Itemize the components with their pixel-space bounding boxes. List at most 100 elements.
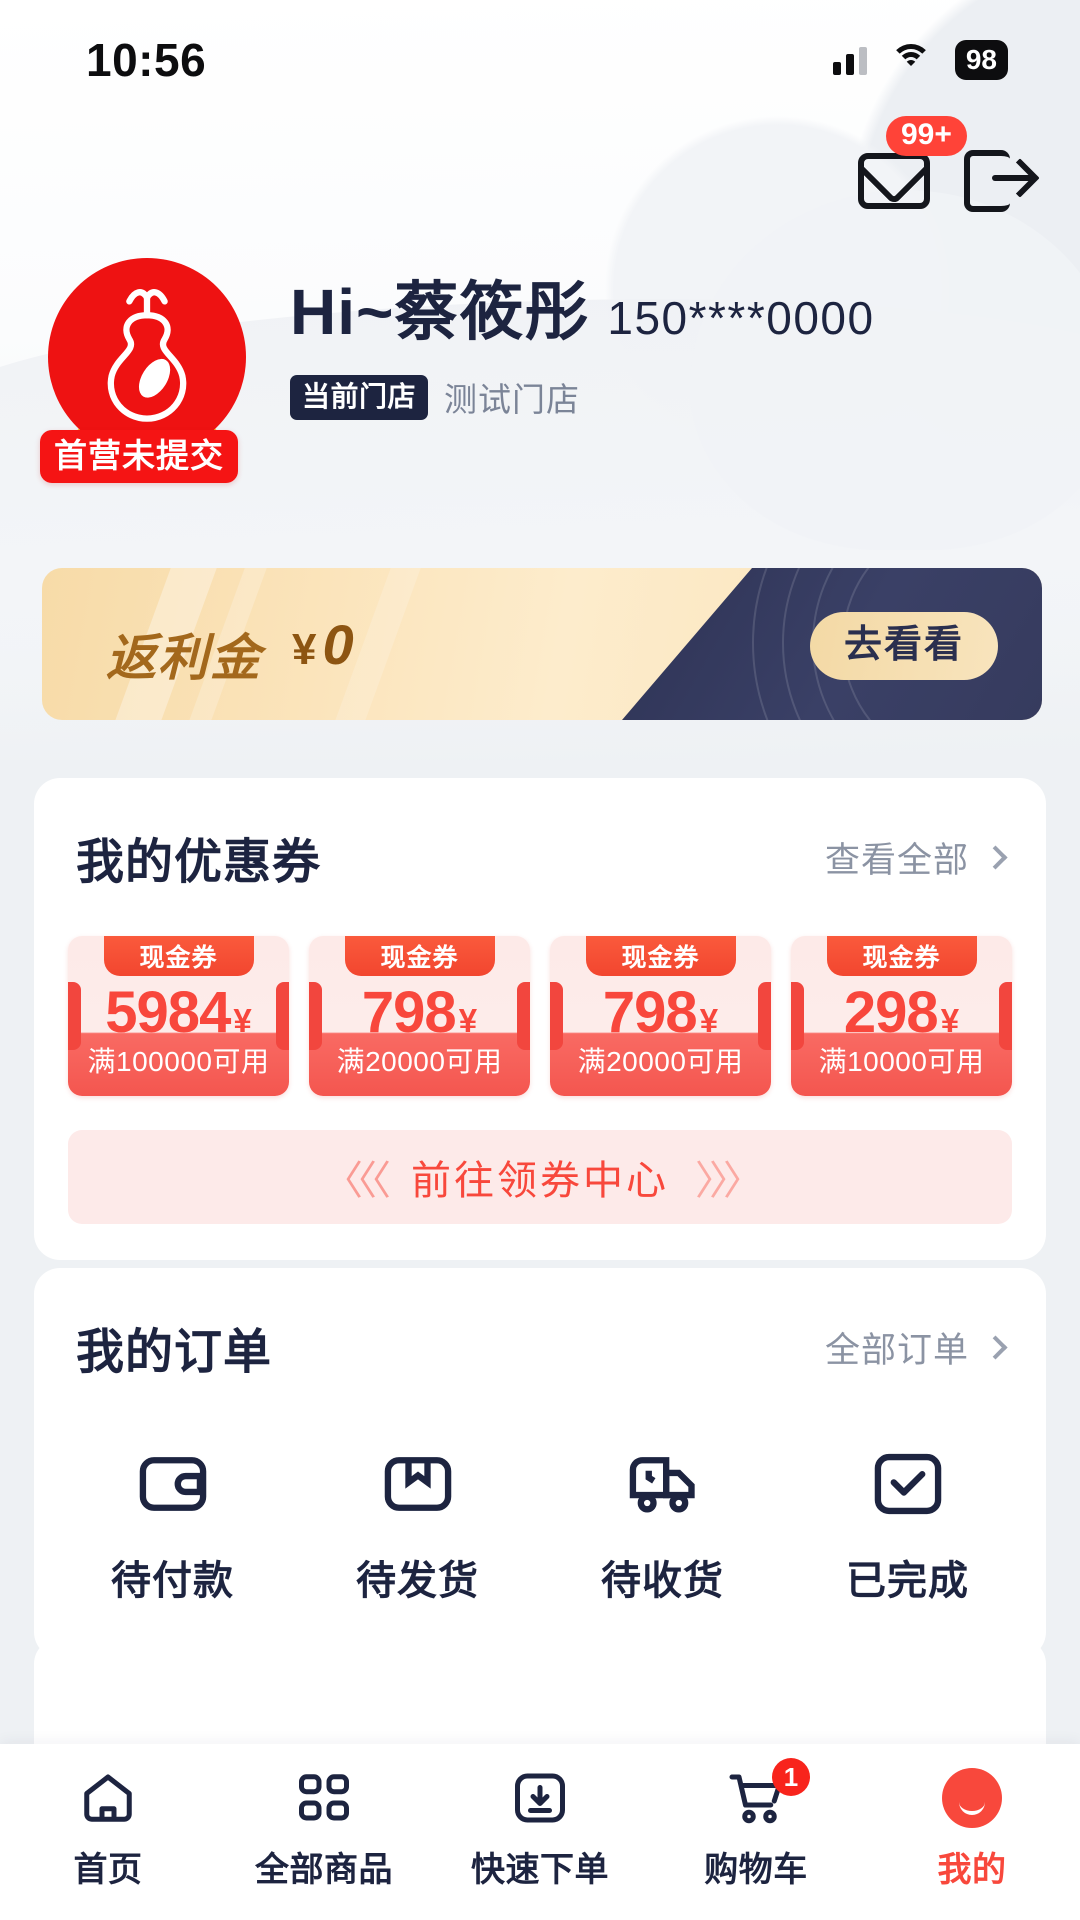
name-line: Hi~蔡筱彤 150****0000 xyxy=(290,280,875,345)
grid-icon xyxy=(299,1774,349,1821)
rebate-label: 返利金 xyxy=(106,630,262,686)
user-phone: 150****0000 xyxy=(607,292,875,344)
coupon-currency: ¥ xyxy=(940,1002,960,1039)
logout-button[interactable] xyxy=(960,150,1036,212)
all-orders-button[interactable]: 全部订单 xyxy=(824,1322,1008,1373)
coupon-amount-value: 798 xyxy=(602,980,698,1045)
coupon-amount: 798¥ xyxy=(550,984,771,1042)
mail-icon xyxy=(858,153,930,209)
arrows-right-icon: 〉〉〉 xyxy=(695,1159,763,1203)
coupon-item[interactable]: 现金券 798¥ 满20000可用 xyxy=(309,936,530,1096)
cart-badge: 1 xyxy=(772,1758,810,1796)
gourd-avatar-icon xyxy=(107,288,187,422)
order-status-label: 待收货 xyxy=(601,1559,724,1603)
first-operation-badge: 首营未提交 xyxy=(40,430,238,483)
coupon-type-tag: 现金券 xyxy=(103,936,254,976)
tab-label: 首页 xyxy=(73,1851,143,1889)
coupon-center-label: 前往领券中心 xyxy=(411,1159,669,1203)
coupon-type-tag: 现金券 xyxy=(585,936,736,976)
coupon-item[interactable]: 现金券 5984¥ 满100000可用 xyxy=(68,936,289,1096)
order-card: 我的订单 全部订单 待付款 待发货 待收货 已完成 xyxy=(34,1268,1046,1658)
tab-label: 快速下单 xyxy=(471,1851,609,1889)
hero-header: 10:56 98 99+ 首营未提交 Hi~蔡筱彤 150****0000 当前… xyxy=(0,0,1080,760)
tab-label: 购物车 xyxy=(704,1851,808,1889)
rebate-banner[interactable]: 返利金 ¥0 去看看 xyxy=(42,568,1042,720)
order-status-unpaid[interactable]: 待付款 xyxy=(50,1446,295,1606)
coupon-view-all-button[interactable]: 查看全部 xyxy=(824,832,1008,883)
tab-all-products[interactable]: 全部商品 xyxy=(216,1768,432,1891)
profile-icon xyxy=(942,1768,1002,1828)
store-name: 测试门店 xyxy=(444,381,581,418)
status-bar: 10:56 98 xyxy=(0,0,1080,120)
order-title: 我的订单 xyxy=(76,1326,273,1379)
avatar-wrapper[interactable]: 首营未提交 xyxy=(40,258,246,483)
order-status-list: 待付款 待发货 待收货 已完成 xyxy=(34,1382,1046,1606)
order-card-header: 我的订单 全部订单 xyxy=(34,1268,1046,1382)
logout-icon xyxy=(964,150,1032,212)
bottom-tab-bar: 首页 全部商品 快速下单 1 购物车 我的 xyxy=(0,1744,1080,1920)
tab-label: 我的 xyxy=(937,1851,1007,1889)
coupon-amount: 798¥ xyxy=(309,984,530,1042)
tab-cart[interactable]: 1 购物车 xyxy=(648,1758,864,1891)
coupon-list: 现金券 5984¥ 满100000可用 现金券 798¥ 满20000可用 现金… xyxy=(34,892,1046,1096)
coupon-condition: 满20000可用 xyxy=(336,1046,503,1077)
quick-order-icon xyxy=(515,1773,565,1823)
avatar[interactable] xyxy=(48,258,246,456)
coupon-condition: 满100000可用 xyxy=(87,1046,270,1077)
store-line[interactable]: 当前门店 测试门店 xyxy=(290,373,875,421)
profile-text: Hi~蔡筱彤 150****0000 当前门店 测试门店 xyxy=(290,258,875,456)
home-icon xyxy=(84,1774,132,1822)
coupon-condition: 满20000可用 xyxy=(577,1046,744,1077)
coupon-currency: ¥ xyxy=(458,1002,478,1039)
rebate-amount: ¥0 xyxy=(292,612,356,677)
coupon-center-button[interactable]: 〈〈〈 前往领券中心 〉〉〉 xyxy=(68,1130,1012,1224)
status-time: 10:56 xyxy=(86,34,207,86)
coupon-amount-value: 5984 xyxy=(105,980,231,1045)
order-status-label: 待付款 xyxy=(111,1559,234,1603)
coupon-type-tag: 现金券 xyxy=(826,936,977,976)
all-orders-label: 全部订单 xyxy=(824,1330,969,1370)
profile-section: 首营未提交 Hi~蔡筱彤 150****0000 当前门店 测试门店 xyxy=(40,258,875,483)
chevron-right-icon xyxy=(983,844,1008,870)
coupon-condition: 满10000可用 xyxy=(818,1046,985,1077)
tab-quick-order[interactable]: 快速下单 xyxy=(432,1768,648,1891)
coupon-amount: 5984¥ xyxy=(68,984,289,1042)
tab-label: 全部商品 xyxy=(255,1851,393,1889)
order-status-unshipped[interactable]: 待发货 xyxy=(295,1446,540,1606)
chevron-right-icon xyxy=(983,1334,1008,1360)
coupon-card: 我的优惠券 查看全部 现金券 5984¥ 满100000可用 现金券 798¥ … xyxy=(34,778,1046,1260)
arrows-left-icon: 〈〈〈 xyxy=(323,1159,391,1203)
order-status-unreceived[interactable]: 待收货 xyxy=(540,1446,785,1606)
coupon-type-tag: 现金券 xyxy=(344,936,495,976)
next-section-card xyxy=(34,1638,1046,1758)
battery-indicator: 98 xyxy=(954,40,1008,80)
coupon-amount: 298¥ xyxy=(791,984,1012,1042)
coupon-currency: ¥ xyxy=(233,1002,252,1039)
coupon-amount-value: 798 xyxy=(361,980,457,1045)
mail-button[interactable]: 99+ xyxy=(856,116,967,212)
tab-profile[interactable]: 我的 xyxy=(864,1768,1080,1891)
truck-icon xyxy=(629,1457,695,1513)
status-indicators: 98 xyxy=(832,40,1008,80)
order-status-label: 已完成 xyxy=(846,1559,969,1603)
coupon-currency: ¥ xyxy=(699,1002,719,1039)
coupon-amount-value: 298 xyxy=(843,980,939,1045)
coupon-title: 我的优惠券 xyxy=(76,836,322,889)
coupon-item[interactable]: 现金券 798¥ 满20000可用 xyxy=(550,936,771,1096)
header-actions: 99+ xyxy=(856,116,1036,212)
coupon-card-header: 我的优惠券 查看全部 xyxy=(34,778,1046,892)
wifi-icon xyxy=(889,44,933,76)
check-box-icon xyxy=(874,1453,941,1515)
user-greeting: Hi~蔡筱彤 xyxy=(290,276,590,348)
rebate-currency: ¥ xyxy=(292,625,319,674)
wallet-icon xyxy=(139,1457,206,1511)
rebate-value: 0 xyxy=(322,613,356,676)
signal-bars-icon xyxy=(832,45,867,75)
tab-home[interactable]: 首页 xyxy=(0,1768,216,1891)
current-store-tag: 当前门店 xyxy=(290,374,429,420)
order-status-completed[interactable]: 已完成 xyxy=(785,1446,1030,1606)
rebate-go-button[interactable]: 去看看 xyxy=(809,612,998,680)
package-icon xyxy=(384,1457,451,1511)
coupon-view-all-label: 查看全部 xyxy=(824,840,969,880)
coupon-item[interactable]: 现金券 298¥ 满10000可用 xyxy=(791,936,1012,1096)
